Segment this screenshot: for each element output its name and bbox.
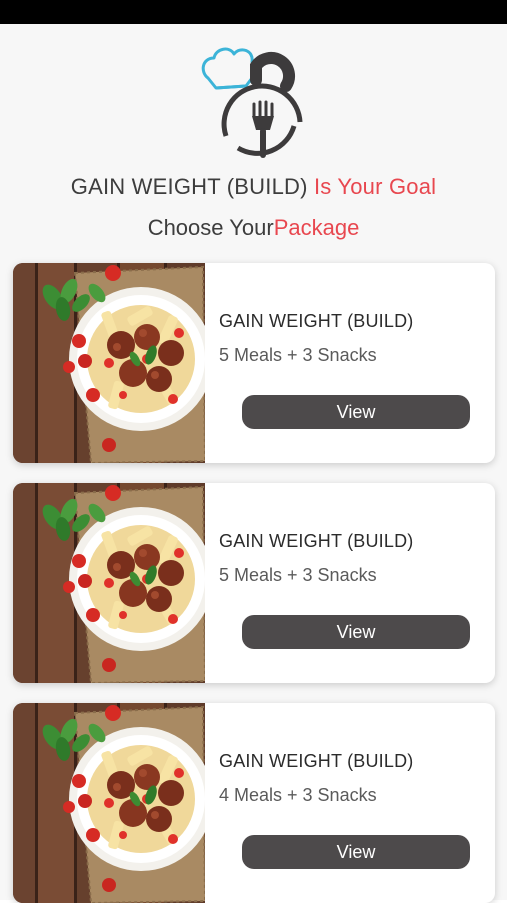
status-bar (0, 0, 507, 24)
package-title: GAIN WEIGHT (BUILD) (219, 311, 414, 331)
package-title: GAIN WEIGHT (BUILD) (219, 531, 414, 551)
goal-suffix: Is Your Goal (313, 174, 437, 199)
meatballs-pasta-image (13, 703, 205, 903)
meatballs-pasta-image (13, 483, 205, 683)
package-card[interactable]: GAIN WEIGHT (BUILD) 4 Meals + 3 Snacks V… (13, 703, 495, 903)
package-title: GAIN WEIGHT (BUILD) (219, 751, 414, 771)
view-button[interactable]: View (242, 395, 470, 429)
chef-hat-fork-logo (198, 38, 310, 164)
view-button[interactable]: View (242, 835, 470, 869)
package-card[interactable]: GAIN WEIGHT (BUILD) 5 Meals + 3 Snacks V… (13, 263, 495, 463)
choose-package-heading: Choose YourPackage (0, 215, 507, 241)
package-selection-screen: GAIN WEIGHT (BUILD) Is Your Goal Choose … (0, 24, 507, 903)
meatballs-pasta-image (13, 263, 205, 463)
package-meals: 4 Meals + 3 Snacks (219, 785, 377, 805)
goal-heading: GAIN WEIGHT (BUILD) Is Your Goal (0, 174, 507, 200)
goal-name: GAIN WEIGHT (BUILD) (70, 174, 314, 199)
choose-suffix: Package (273, 215, 360, 240)
choose-prefix: Choose Your (147, 215, 274, 240)
view-button[interactable]: View (242, 615, 470, 649)
package-meals: 5 Meals + 3 Snacks (219, 565, 377, 585)
package-meals: 5 Meals + 3 Snacks (219, 345, 377, 365)
package-card[interactable]: GAIN WEIGHT (BUILD) 5 Meals + 3 Snacks V… (13, 483, 495, 683)
